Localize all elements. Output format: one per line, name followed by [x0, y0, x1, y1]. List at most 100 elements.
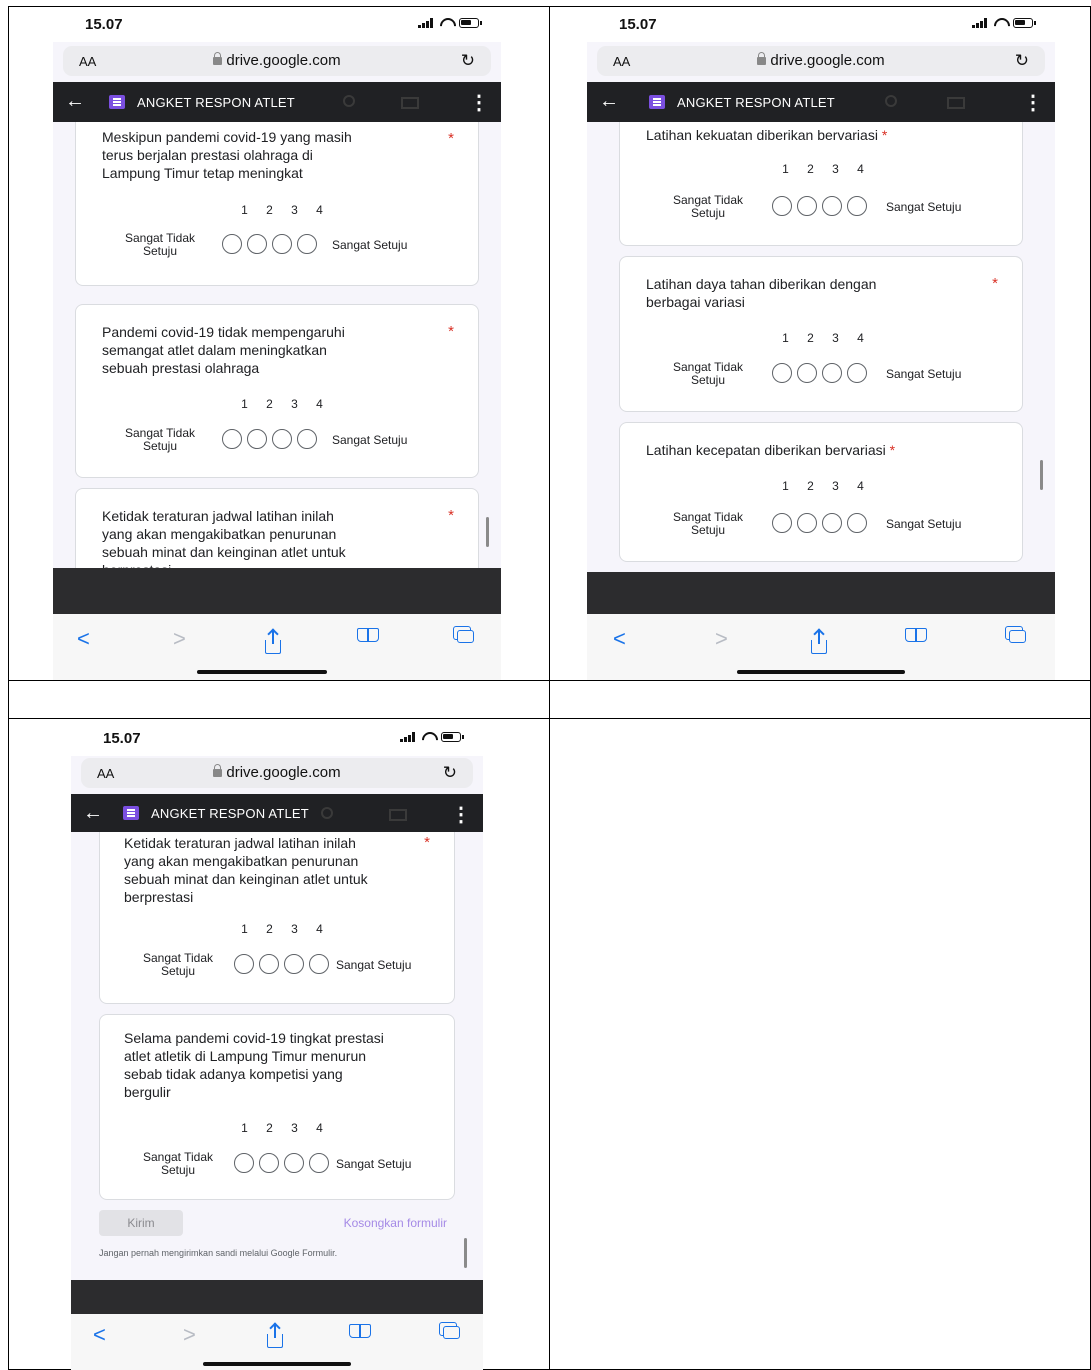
radio-option-1[interactable]	[772, 363, 792, 383]
radio-option-3[interactable]	[822, 363, 842, 383]
back-arrow-icon[interactable]: ←	[65, 90, 85, 113]
radio-option-4[interactable]	[847, 513, 867, 533]
radio-option-2[interactable]	[259, 954, 279, 974]
radio-group	[222, 234, 317, 254]
radio-option-2[interactable]	[259, 1153, 279, 1173]
reload-icon[interactable]: ↻	[461, 51, 475, 71]
scrollbar[interactable]	[486, 517, 489, 547]
question-line-text: Latihan kecepatan diberikan bervariasi	[646, 442, 886, 458]
signal-icon	[972, 18, 987, 28]
scale-numbers: 1 2 3 4	[76, 203, 478, 217]
radio-option-2[interactable]	[797, 513, 817, 533]
radio-option-4[interactable]	[309, 954, 329, 974]
radio-option-3[interactable]	[822, 196, 842, 216]
radio-option-4[interactable]	[309, 1153, 329, 1173]
forms-logo-icon	[109, 95, 125, 109]
tabs-icon[interactable]	[1005, 626, 1026, 643]
more-menu-icon[interactable]: ⋮	[469, 90, 489, 115]
radio-option-4[interactable]	[297, 429, 317, 449]
scale-number: 2	[266, 397, 273, 411]
scale-number: 2	[266, 922, 273, 936]
question-card: Meskipun pandemi covid-19 yang masih ter…	[75, 122, 479, 286]
radio-option-1[interactable]	[772, 513, 792, 533]
scale-number: 1	[241, 922, 248, 936]
browser-back-button[interactable]: <	[77, 626, 90, 652]
radio-option-2[interactable]	[797, 363, 817, 383]
scrollbar[interactable]	[464, 1238, 467, 1268]
scale-number: 1	[241, 203, 248, 217]
radio-option-4[interactable]	[847, 196, 867, 216]
radio-option-3[interactable]	[284, 954, 304, 974]
question-text: Latihan daya tahan diberikan dengan berb…	[646, 275, 982, 311]
lock-icon	[213, 764, 223, 777]
browser-back-button[interactable]: <	[613, 626, 626, 652]
question-text: Meskipun pandemi covid-19 yang masih ter…	[102, 128, 438, 182]
radio-option-1[interactable]	[772, 196, 792, 216]
submit-button[interactable]: Kirim	[99, 1210, 183, 1236]
form-content: Ketidak teraturan jadwal latihan inilah …	[79, 832, 475, 1280]
forms-logo-icon	[123, 806, 139, 820]
bookmarks-icon[interactable]	[349, 1324, 371, 1338]
radio-option-1[interactable]	[222, 429, 242, 449]
share-icon[interactable]	[267, 1324, 283, 1348]
reload-icon[interactable]: ↻	[443, 763, 457, 783]
radio-option-3[interactable]	[822, 513, 842, 533]
question-text: Selama pandemi covid-19 tingkat prestasi…	[124, 1029, 430, 1101]
more-menu-icon[interactable]: ⋮	[1023, 90, 1043, 115]
url-bar[interactable]: AA drive.google.com ↻	[597, 46, 1045, 76]
scale-high-label: Sangat Setuju	[886, 367, 962, 381]
radio-option-1[interactable]	[222, 234, 242, 254]
status-time: 15.07	[619, 16, 657, 33]
radio-option-3[interactable]	[272, 429, 292, 449]
radio-option-3[interactable]	[272, 234, 292, 254]
radio-option-2[interactable]	[247, 234, 267, 254]
radio-option-1[interactable]	[234, 954, 254, 974]
radio-option-2[interactable]	[797, 196, 817, 216]
clear-form-link[interactable]: Kosongkan formulir	[344, 1210, 447, 1236]
screenshot-grid: 15.07 AA drive.google.com ↻ ← ANGKET RES…	[0, 0, 1091, 1370]
question-line: yang akan mengakibatkan penurunan	[124, 853, 359, 869]
radio-option-4[interactable]	[847, 363, 867, 383]
question-text: Latihan kecepatan diberikan bervariasi *	[646, 441, 982, 459]
browser-forward-button[interactable]: >	[183, 1322, 196, 1348]
back-arrow-icon[interactable]: ←	[599, 90, 619, 113]
bookmarks-icon[interactable]	[905, 628, 927, 642]
scale-number: 2	[266, 203, 273, 217]
question-line: bergulir	[124, 1084, 171, 1100]
form-footer: Kirim Kosongkan formulir	[79, 1210, 475, 1240]
radio-option-2[interactable]	[247, 429, 267, 449]
url-bar[interactable]: AA drive.google.com ↻	[63, 46, 491, 76]
more-menu-icon[interactable]: ⋮	[451, 802, 471, 827]
scale-high-label: Sangat Setuju	[332, 238, 408, 252]
home-indicator	[737, 670, 905, 674]
question-line: berbagai variasi	[646, 294, 745, 310]
radio-group	[772, 363, 867, 383]
tabs-icon[interactable]	[453, 626, 474, 643]
scrollbar[interactable]	[1040, 460, 1043, 490]
scale-low-label: Sangat Tidak Setuju	[658, 511, 758, 537]
scale-number: 3	[291, 1121, 298, 1135]
app-bar: ← ANGKET RESPON ATLET ⋮	[53, 82, 501, 122]
forms-logo-icon	[649, 95, 665, 109]
radio-option-1[interactable]	[234, 1153, 254, 1173]
search-icon	[885, 95, 897, 107]
browser-forward-button[interactable]: >	[173, 626, 186, 652]
radio-option-4[interactable]	[297, 234, 317, 254]
question-line: yang akan mengakibatkan penurunan	[102, 526, 337, 542]
question-line: Latihan kecepatan diberikan bervariasi *	[646, 441, 982, 459]
radio-option-3[interactable]	[284, 1153, 304, 1173]
tabs-icon[interactable]	[439, 1322, 460, 1339]
scale-high-label: Sangat Setuju	[336, 958, 412, 972]
back-arrow-icon[interactable]: ←	[83, 802, 103, 825]
status-bar: 15.07	[53, 8, 501, 42]
browser-back-button[interactable]: <	[93, 1322, 106, 1348]
question-line: sebuah prestasi olahraga	[102, 360, 260, 376]
share-icon[interactable]	[265, 630, 281, 654]
browser-forward-button[interactable]: >	[715, 626, 728, 652]
reload-icon[interactable]: ↻	[1015, 51, 1029, 71]
share-icon[interactable]	[811, 630, 827, 654]
bookmarks-icon[interactable]	[357, 628, 379, 642]
bottom-band	[587, 572, 1055, 614]
scale-number: 2	[807, 162, 814, 176]
url-bar[interactable]: AA drive.google.com ↻	[81, 758, 473, 788]
